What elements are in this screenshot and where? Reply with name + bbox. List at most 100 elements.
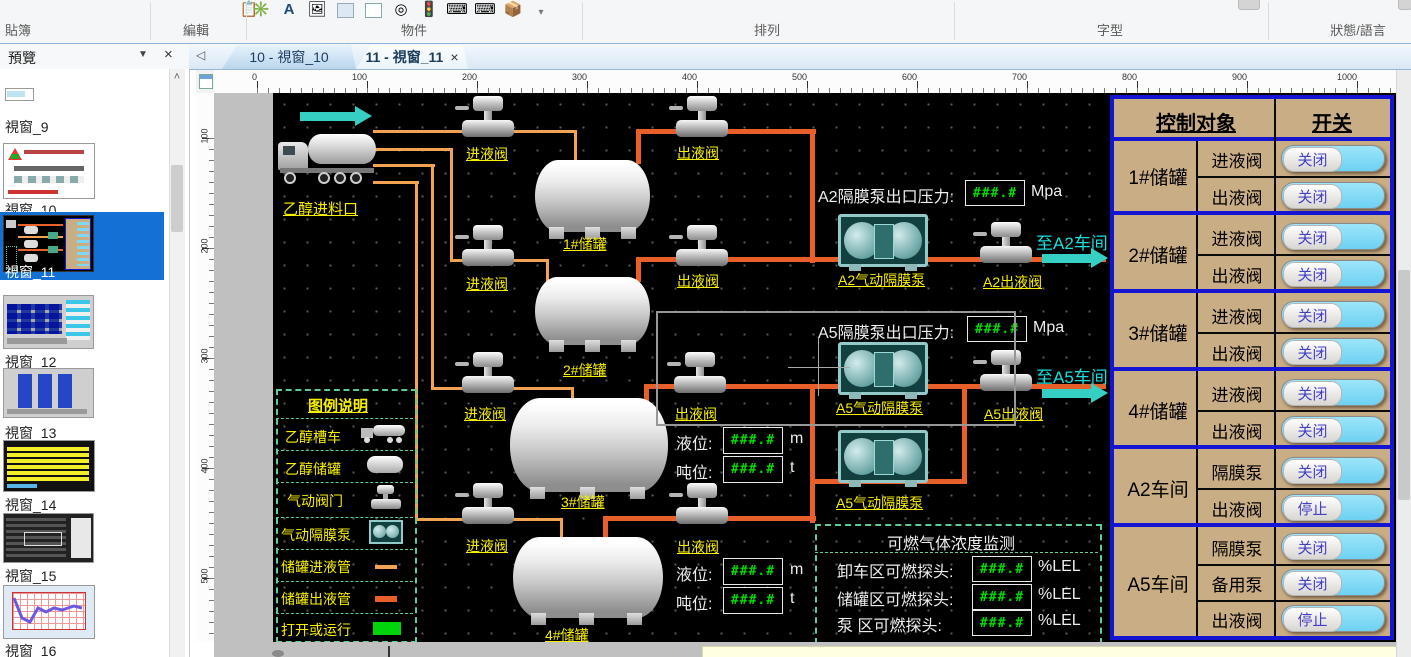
switch-button[interactable]: 关闭	[1281, 379, 1385, 406]
outlet-valve-label[interactable]: 出液阀	[677, 143, 719, 163]
thumbnail-window-9[interactable]	[5, 88, 34, 101]
outlet-valve-4[interactable]	[676, 483, 728, 529]
tab-window-11[interactable]: 11 - 視窗_11 ×	[356, 45, 468, 69]
thumbnail-label[interactable]: 視窗_15	[5, 566, 56, 586]
flow-arrow-right[interactable]	[300, 106, 372, 127]
thumbnail-window-14[interactable]	[3, 440, 95, 492]
ton-value[interactable]: ###.#	[723, 456, 783, 483]
numeric-input-icon[interactable]: ⌨	[446, 0, 468, 18]
sidebar-scrollbar[interactable]: ˄	[169, 69, 185, 657]
to-a2-label[interactable]: 至A2车间	[1036, 229, 1108, 254]
ton-value[interactable]: ###.#	[723, 587, 783, 614]
selection-rectangle[interactable]	[656, 311, 1016, 426]
inlet-pipe[interactable]	[431, 164, 434, 390]
truck-label[interactable]: 乙醇进料口	[283, 198, 358, 219]
switch-button[interactable]: 关闭	[1281, 533, 1385, 560]
tab-window-10[interactable]: 10 - 視窗_10	[222, 45, 356, 69]
switch-button[interactable]: 关闭	[1281, 457, 1385, 484]
thumbnail-label[interactable]: 視窗_11	[5, 262, 55, 282]
thumbnail-window-13[interactable]	[3, 368, 94, 418]
switch-button[interactable]: 关闭	[1281, 338, 1385, 365]
tab-close-icon[interactable]: ×	[450, 49, 458, 65]
switch-button[interactable]: 关闭	[1281, 301, 1385, 328]
ascii-input-icon[interactable]: ⌨	[474, 0, 496, 18]
thumbnail-window-10[interactable]	[3, 143, 95, 199]
thumbnail-window-16[interactable]	[3, 585, 95, 639]
switch-button[interactable]: 关闭	[1281, 416, 1385, 443]
inlet-pipe[interactable]	[373, 181, 419, 184]
tank-1-label[interactable]: 1#储罐	[563, 234, 607, 254]
switch-button[interactable]: 停止	[1281, 494, 1385, 521]
outlet-valve-label[interactable]: 出液阀	[677, 537, 719, 557]
thumbnail-label[interactable]: 視窗_14	[5, 495, 56, 515]
inlet-pipe[interactable]	[450, 148, 453, 262]
inlet-valve-1[interactable]	[462, 96, 514, 142]
panel-close-icon[interactable]: ×	[164, 46, 173, 63]
a2-outlet-valve[interactable]	[980, 222, 1032, 268]
sidebar-scrollbar-thumb[interactable]	[171, 165, 183, 232]
outlet-valve-2[interactable]	[676, 225, 728, 271]
outlet-pipe[interactable]	[603, 516, 608, 539]
gas-row-value[interactable]: ###.#	[972, 556, 1032, 582]
tank-2[interactable]	[535, 277, 650, 345]
a2-pump-label[interactable]: A2气动隔膜泵	[838, 270, 925, 290]
traffic-light-icon[interactable]: 🚦	[418, 0, 440, 18]
panel-menu-caret-icon[interactable]: ▼	[138, 49, 148, 60]
thumbnail-label[interactable]: 視窗_16	[5, 641, 56, 657]
inlet-pipe[interactable]	[373, 148, 453, 151]
macro-icon[interactable]: 📦	[502, 0, 524, 18]
window-chip-icon[interactable]	[1238, 0, 1260, 10]
tank-2-label[interactable]: 2#储罐	[563, 360, 607, 380]
switch-button[interactable]: 关闭	[1281, 145, 1385, 172]
inlet-valve-2[interactable]	[462, 225, 514, 271]
thumbnail-window-11-selected[interactable]: 視窗_11	[0, 212, 164, 280]
outlet-valve-1[interactable]	[676, 96, 728, 142]
gas-row-value[interactable]: ###.#	[972, 610, 1032, 636]
tank-1[interactable]	[535, 160, 650, 232]
a5-pressure-unit[interactable]: Mpa	[1033, 319, 1064, 337]
thumbnail-window-15[interactable]	[3, 513, 94, 563]
burst-icon[interactable]: ✳️	[250, 0, 272, 18]
switch-button[interactable]: 关闭	[1281, 223, 1385, 250]
thumbnail-label[interactable]: 視窗_9	[5, 117, 49, 137]
outlet-valve-label[interactable]: 出液阀	[677, 271, 719, 291]
a5-backup-pump-label[interactable]: A5气动隔膜泵	[836, 493, 923, 513]
switch-button[interactable]: 关闭	[1281, 182, 1385, 209]
grid-table-icon[interactable]	[362, 0, 384, 18]
tank-3[interactable]	[510, 398, 668, 492]
thumbnail-window-12[interactable]	[3, 295, 94, 349]
objects-dropdown-caret-icon[interactable]: ▾	[530, 0, 552, 18]
inlet-valve-label[interactable]: 进液阀	[466, 274, 508, 294]
inlet-pipe[interactable]	[574, 130, 577, 164]
a2-diaphragm-pump[interactable]	[838, 214, 928, 267]
tanker-truck[interactable]	[278, 126, 376, 192]
inlet-valve-4[interactable]	[462, 483, 514, 529]
outlet-pipe[interactable]	[810, 129, 815, 263]
window-mini-icon[interactable]	[199, 74, 213, 89]
a2-pressure-value[interactable]: ###.#	[965, 180, 1025, 206]
a2-pressure-unit[interactable]: Mpa	[1031, 183, 1062, 201]
gas-row-value[interactable]: ###.#	[972, 584, 1032, 610]
inlet-valve-label[interactable]: 进液阀	[466, 144, 508, 164]
inlet-valve-label[interactable]: 进液阀	[466, 536, 508, 556]
scroll-up-icon[interactable]: ˄	[170, 71, 184, 87]
tank-4-label[interactable]: 4#储罐	[545, 625, 589, 642]
gauge-icon[interactable]: ◎	[390, 0, 412, 18]
tab-scroll-left-icon[interactable]: ◁	[196, 48, 205, 62]
window-chip-icon[interactable]	[1398, 0, 1411, 10]
inlet-valve-3[interactable]	[462, 352, 514, 398]
a2-pressure-label[interactable]: A2隔膜泵出口压力:	[818, 183, 954, 207]
a5-backup-pump[interactable]	[838, 430, 928, 483]
canvas-scrollbar-thumb[interactable]	[1398, 270, 1410, 500]
level-value[interactable]: ###.#	[723, 427, 783, 454]
switch-button[interactable]: 停止	[1281, 605, 1385, 632]
switch-button[interactable]: 关闭	[1281, 260, 1385, 287]
tank-3-label[interactable]: 3#储罐	[561, 492, 605, 512]
image-icon[interactable]: 🖼	[306, 0, 328, 18]
inlet-pipe[interactable]	[373, 164, 435, 167]
tank-4[interactable]	[513, 537, 663, 618]
inlet-valve-label[interactable]: 进液阀	[464, 404, 506, 424]
text-a-icon[interactable]: A	[278, 0, 300, 18]
to-a5-label[interactable]: 至A5车间	[1036, 363, 1108, 388]
a2-outlet-valve-label[interactable]: A2出液阀	[983, 272, 1042, 292]
